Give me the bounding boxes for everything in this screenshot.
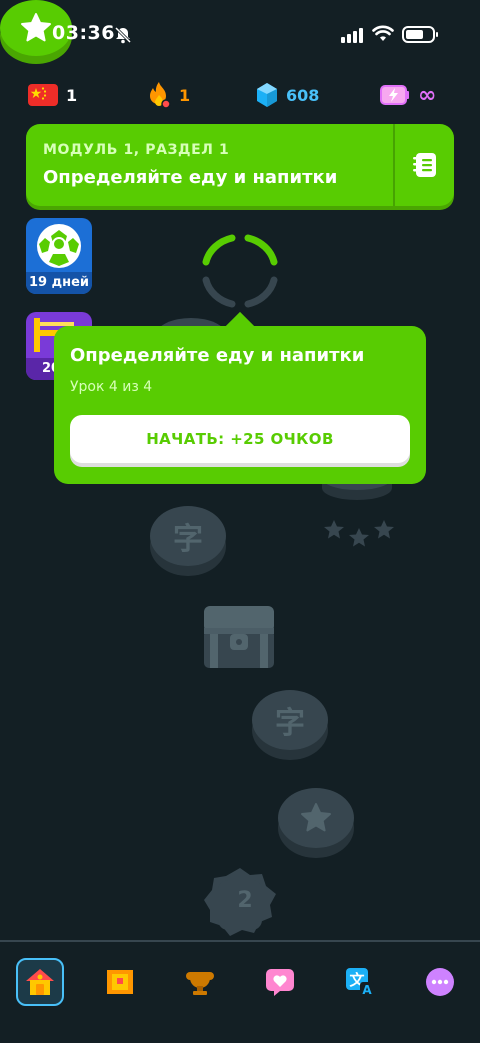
- lesson-popup: Определяйте еду и напитки Урок 4 из 4 НА…: [54, 311, 426, 484]
- course-selector[interactable]: 1: [28, 80, 77, 110]
- china-flag-icon: [28, 84, 58, 106]
- translate-icon: 文 A: [346, 968, 374, 997]
- streak-count: 1: [179, 85, 191, 105]
- unit-banner[interactable]: МОДУЛЬ 1, РАЗДЕЛ 1 Определяйте еду и нап…: [26, 124, 454, 206]
- wifi-icon: [372, 25, 394, 41]
- status-time: 03:36: [52, 22, 115, 44]
- soccer-ball-icon: [37, 224, 81, 268]
- hearts-count: ∞: [418, 82, 437, 108]
- unit-section-label: МОДУЛЬ 1, РАЗДЕЛ 1: [43, 142, 230, 158]
- locked-stars-icon: [324, 520, 394, 547]
- nav-quests[interactable]: [256, 958, 304, 1006]
- popup-subtitle: Урок 4 из 4: [70, 379, 153, 395]
- character-lesson-node[interactable]: 字: [150, 506, 226, 566]
- heart-icon: [266, 969, 294, 996]
- stats-bar: 1 1 608 ∞: [0, 80, 480, 110]
- status-bar: 03:36: [0, 0, 480, 70]
- start-lesson-button[interactable]: НАЧАТЬ: +25 ОЧКОВ: [70, 415, 410, 463]
- streak-society-badge[interactable]: 19 дней: [26, 218, 92, 294]
- cellular-signal-icon: [341, 28, 363, 43]
- streak-days-label: 19 дней: [26, 272, 92, 294]
- bell-muted-icon: [114, 26, 132, 44]
- character-glyph: 字: [275, 706, 305, 741]
- star-icon: [301, 803, 331, 832]
- star-lesson-node[interactable]: [278, 788, 354, 848]
- popup-arrow: [225, 311, 255, 341]
- character-lesson-node[interactable]: 字: [252, 690, 328, 750]
- svg-text:A: A: [362, 983, 372, 997]
- gems-counter[interactable]: 608: [256, 80, 319, 110]
- nav-chest[interactable]: [96, 958, 144, 1006]
- flame-icon: [150, 82, 171, 109]
- more-icon: [426, 968, 454, 996]
- treasure-chest-icon[interactable]: [200, 602, 278, 672]
- nav-home[interactable]: [16, 958, 64, 1006]
- gem-icon: [257, 83, 277, 107]
- nav-leaderboard[interactable]: [176, 958, 224, 1006]
- super-battery-icon: [380, 85, 409, 105]
- trophy-icon: [186, 972, 214, 995]
- checkpoint-number: 2: [237, 888, 253, 913]
- streak-counter[interactable]: 1: [147, 80, 190, 110]
- character-glyph: 字: [173, 522, 203, 557]
- battery-icon: [402, 26, 438, 43]
- notebook-icon: [412, 153, 436, 177]
- bottom-nav: 文 A: [0, 940, 480, 1043]
- unit-title: Определяйте еду и напитки: [43, 167, 338, 188]
- nav-more[interactable]: [416, 958, 464, 1006]
- chest-icon: [107, 970, 133, 994]
- nav-translate[interactable]: 文 A: [336, 958, 384, 1006]
- course-count: 1: [66, 85, 78, 105]
- hearts-counter[interactable]: ∞: [380, 80, 436, 110]
- home-icon: [26, 969, 54, 995]
- popup-title: Определяйте еду и напитки: [70, 345, 365, 366]
- guidebook-button[interactable]: [395, 124, 454, 206]
- gems-count: 608: [286, 85, 320, 105]
- progress-ring: [202, 234, 278, 308]
